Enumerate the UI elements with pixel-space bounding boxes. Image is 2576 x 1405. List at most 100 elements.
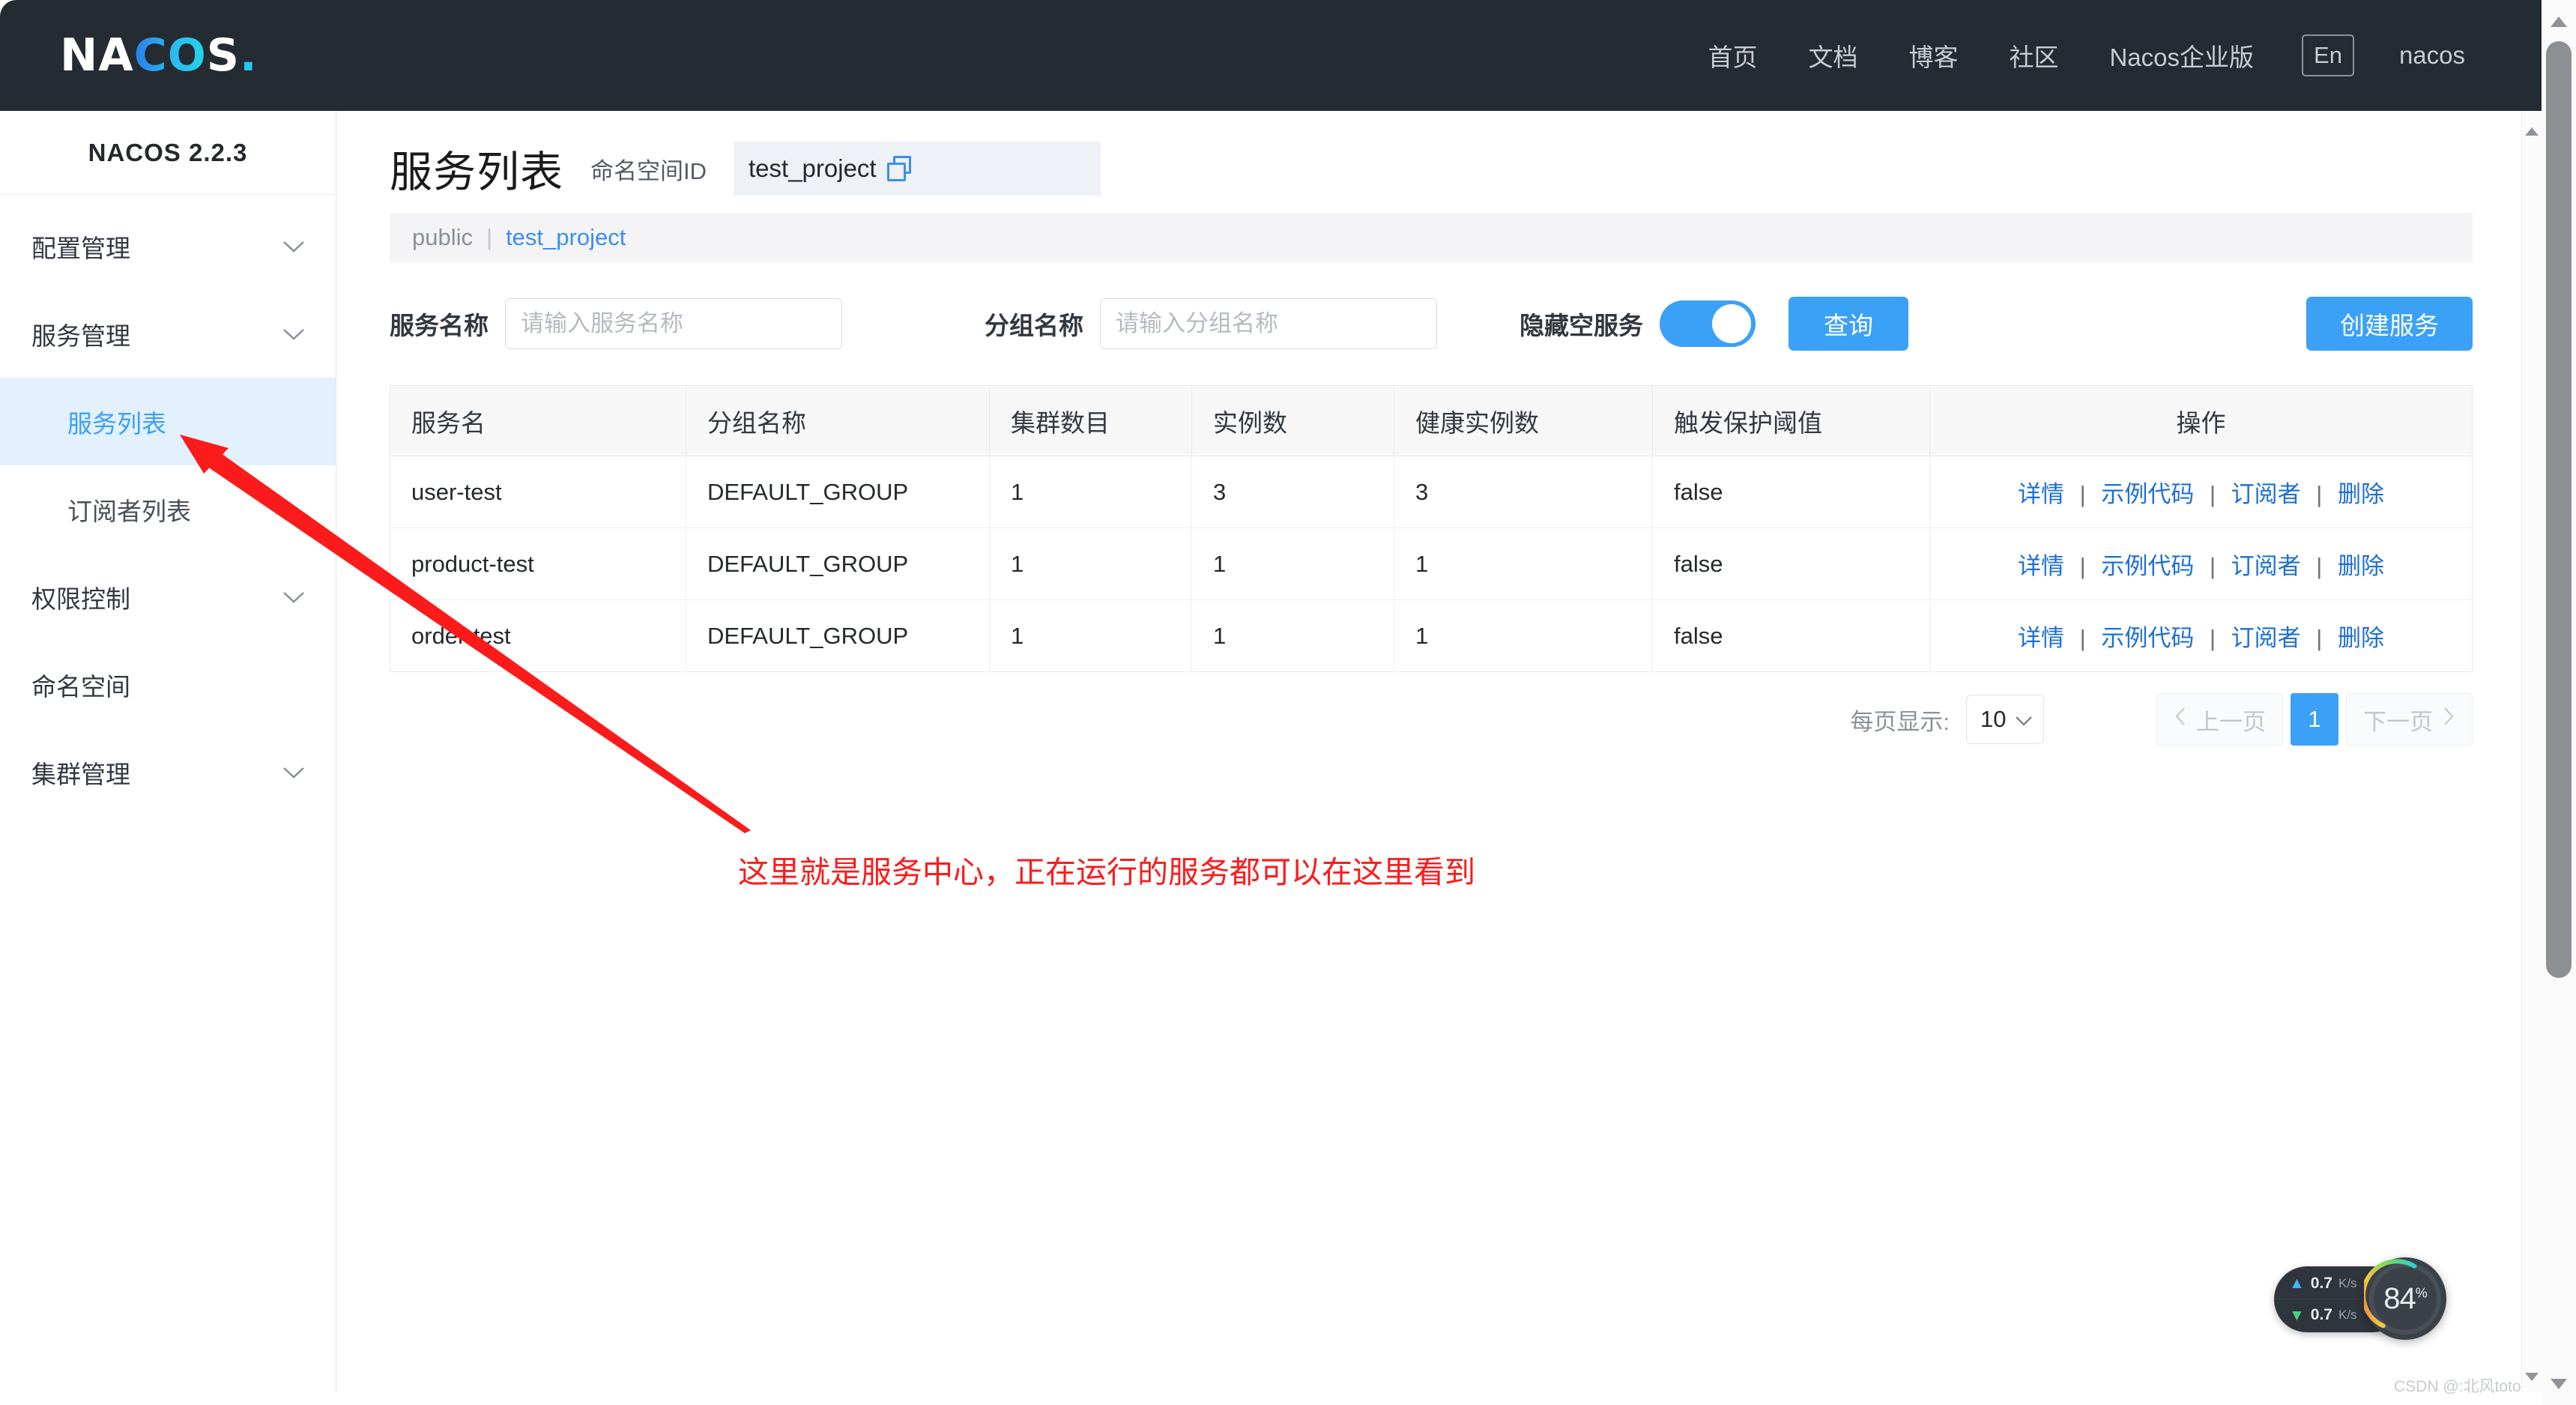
cell-service-name: product-test xyxy=(390,528,686,600)
sample-code-link[interactable]: 示例代码 xyxy=(2101,481,2194,507)
table-row: user-test DEFAULT_GROUP 1 3 3 false 详情 |… xyxy=(390,456,2473,528)
service-name-input[interactable] xyxy=(505,298,842,349)
page-size-select[interactable]: 10 xyxy=(1966,695,2044,744)
cell-operations: 详情 | 示例代码 | 订阅者 | 删除 xyxy=(1929,528,2473,600)
column-header-healthy-instance-count: 健康实例数 xyxy=(1394,385,1653,456)
logo-text-co: CO xyxy=(133,29,207,82)
service-name-label: 服务名称 xyxy=(390,312,489,339)
nav-item-blog[interactable]: 博客 xyxy=(1883,37,1983,73)
detail-link[interactable]: 详情 xyxy=(2018,553,2064,579)
column-header-instance-count: 实例数 xyxy=(1191,385,1394,456)
copy-icon[interactable] xyxy=(886,156,913,181)
nav-item-docs[interactable]: 文档 xyxy=(1783,37,1883,73)
subscriber-link[interactable]: 订阅者 xyxy=(2231,481,2301,507)
cell-healthy-instance-count: 3 xyxy=(1394,456,1653,528)
sidebar-item-namespace[interactable]: 命名空间 xyxy=(0,641,336,728)
page-header: 服务列表 命名空间ID test_project xyxy=(337,111,2525,199)
op-separator: | xyxy=(2209,553,2216,579)
cell-instance-count: 1 xyxy=(1191,599,1394,672)
sidebar-label-namespace: 命名空间 xyxy=(31,672,130,701)
percent-sign: % xyxy=(2415,1285,2428,1301)
filter-bar: 服务名称 分组名称 隐藏空服务 查询 创建服务 xyxy=(337,262,2525,351)
floating-network-monitor[interactable]: ▲ 0.7 K/s ▼ 0.7 K/s 84% xyxy=(2274,1257,2469,1340)
table-body: user-test DEFAULT_GROUP 1 3 3 false 详情 |… xyxy=(390,456,2473,672)
prev-page-button[interactable]: 上一页 xyxy=(2156,693,2283,746)
sidebar-item-service-list[interactable]: 服务列表 xyxy=(0,378,336,465)
breadcrumb: public | test_project xyxy=(390,213,2473,262)
op-separator: | xyxy=(2316,481,2323,507)
nav-item-home[interactable]: 首页 xyxy=(1682,37,1783,73)
inner-scroll-down-arrow-icon[interactable] xyxy=(2525,1373,2539,1381)
sidebar-item-subscriber-list[interactable]: 订阅者列表 xyxy=(0,465,336,553)
op-separator: | xyxy=(2316,553,2323,579)
next-page-label: 下一页 xyxy=(2363,708,2433,735)
sample-code-link[interactable]: 示例代码 xyxy=(2101,625,2194,651)
cell-cluster-count: 1 xyxy=(989,599,1192,672)
cell-instance-count: 1 xyxy=(1191,528,1394,600)
cpu-usage-gauge[interactable]: 84% xyxy=(2364,1257,2446,1340)
cell-cluster-count: 1 xyxy=(989,456,1192,528)
cpu-usage-value: 84% xyxy=(2383,1281,2428,1315)
group-name-input[interactable] xyxy=(1100,298,1437,349)
detail-link[interactable]: 详情 xyxy=(2018,625,2064,651)
cell-protect-threshold: false xyxy=(1652,456,1930,528)
browser-scrollbar-thumb[interactable] xyxy=(2546,41,2572,978)
cell-service-name: order-test xyxy=(390,599,686,672)
pagination: 每页显示: 10 上一页 1 下一页 xyxy=(337,693,2473,746)
table-row: order-test DEFAULT_GROUP 1 1 1 false 详情 … xyxy=(390,599,2473,672)
hide-empty-service-label: 隐藏空服务 xyxy=(1520,312,1643,339)
sidebar-item-cluster-management[interactable]: 集群管理 xyxy=(0,728,336,816)
inner-scroll-up-arrow-icon[interactable] xyxy=(2525,127,2539,136)
nacos-logo[interactable]: NA CO S. xyxy=(60,29,258,82)
delete-link[interactable]: 删除 xyxy=(2338,553,2384,579)
nav-item-enterprise[interactable]: Nacos企业版 xyxy=(2084,37,2279,73)
inner-scrollbar-track[interactable] xyxy=(2521,111,2542,1392)
subscriber-link[interactable]: 订阅者 xyxy=(2231,553,2301,579)
op-separator: | xyxy=(2079,625,2086,651)
chevron-down-icon xyxy=(2015,706,2033,733)
sidebar-item-config-management[interactable]: 配置管理 xyxy=(0,202,336,290)
sidebar-menu: 配置管理 服务管理 服务列表 订阅者列表 权限控制 命名空间 集群管理 xyxy=(0,195,336,816)
cell-cluster-count: 1 xyxy=(989,528,1192,600)
scroll-down-arrow-icon[interactable] xyxy=(2551,1379,2567,1389)
language-switch-button[interactable]: En xyxy=(2302,34,2354,76)
hide-empty-service-toggle[interactable] xyxy=(1660,300,1756,347)
detail-link[interactable]: 详情 xyxy=(2018,481,2064,507)
page-number-1[interactable]: 1 xyxy=(2291,693,2338,746)
op-separator: | xyxy=(2209,481,2216,507)
sidebar-item-permission-control[interactable]: 权限控制 xyxy=(0,553,336,641)
copy-icon-front xyxy=(886,163,906,181)
breadcrumb-current[interactable]: test_project xyxy=(506,224,626,251)
sidebar-item-service-management[interactable]: 服务管理 xyxy=(0,290,336,378)
scroll-up-arrow-icon[interactable] xyxy=(2551,16,2567,27)
breadcrumb-root[interactable]: public xyxy=(412,224,473,251)
prev-page-label: 上一页 xyxy=(2196,708,2266,735)
create-service-button[interactable]: 创建服务 xyxy=(2306,297,2473,351)
table-header: 服务名 分组名称 集群数目 实例数 健康实例数 触发保护阈值 操作 xyxy=(390,385,2473,456)
cell-healthy-instance-count: 1 xyxy=(1394,599,1653,672)
cell-operations: 详情 | 示例代码 | 订阅者 | 删除 xyxy=(1929,599,2473,672)
query-button[interactable]: 查询 xyxy=(1789,297,1908,351)
delete-link[interactable]: 删除 xyxy=(2338,625,2384,651)
sidebar-label-subscriber-list: 订阅者列表 xyxy=(67,497,191,525)
page-size-value: 10 xyxy=(1980,706,2007,732)
column-header-group-name: 分组名称 xyxy=(686,385,990,456)
next-page-button[interactable]: 下一页 xyxy=(2346,693,2473,746)
subscriber-link[interactable]: 订阅者 xyxy=(2231,625,2301,651)
user-menu[interactable]: nacos xyxy=(2377,41,2473,70)
sidebar: NACOS 2.2.3 配置管理 服务管理 服务列表 订阅者列表 权限控制 命名… xyxy=(0,111,336,1392)
cell-group-name: DEFAULT_GROUP xyxy=(686,599,990,672)
sample-code-link[interactable]: 示例代码 xyxy=(2101,553,2194,579)
sidebar-label-config-management: 配置管理 xyxy=(31,234,130,262)
chevron-down-icon xyxy=(282,590,306,605)
watermark: CSDN @:北风toto xyxy=(2394,1378,2521,1395)
delete-link[interactable]: 删除 xyxy=(2338,481,2384,507)
arrow-up-icon: ▲ xyxy=(2289,1275,2305,1292)
sidebar-version-title: NACOS 2.2.3 xyxy=(0,111,336,195)
download-speed-unit: K/s xyxy=(2338,1308,2357,1322)
op-separator: | xyxy=(2079,481,2086,507)
cell-operations: 详情 | 示例代码 | 订阅者 | 删除 xyxy=(1929,456,2473,528)
cell-instance-count: 3 xyxy=(1191,456,1394,528)
nav-item-community[interactable]: 社区 xyxy=(1983,37,2084,73)
cell-group-name: DEFAULT_GROUP xyxy=(686,528,990,600)
